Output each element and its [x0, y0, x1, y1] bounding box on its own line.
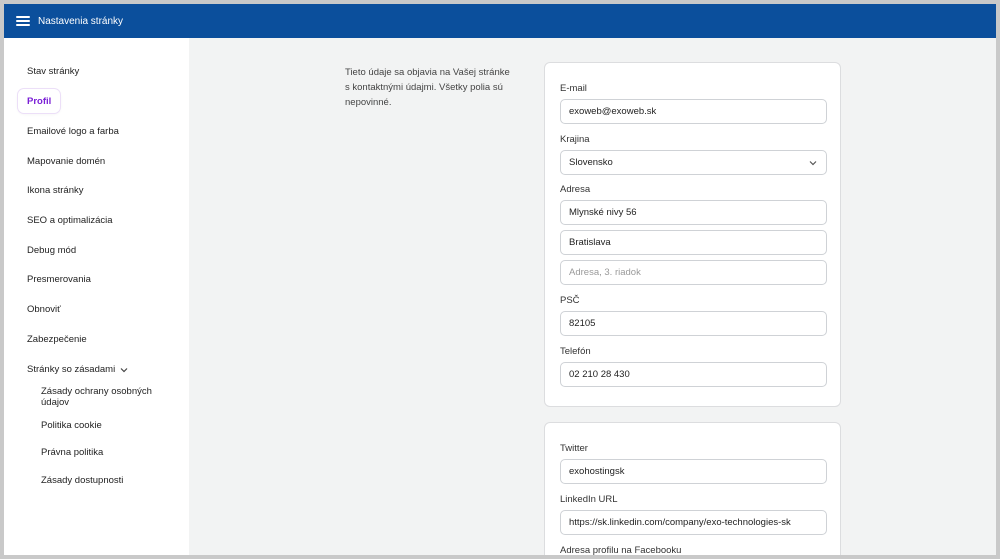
address-label: Adresa	[560, 184, 591, 195]
sidebar-item-site-icon[interactable]: Ikona stránky	[18, 178, 93, 202]
sidebar-item-security[interactable]: Zabezpečenie	[18, 327, 96, 351]
hamburger-menu-icon[interactable]	[16, 16, 30, 26]
country-label: Krajina	[560, 134, 590, 145]
address-line3-field[interactable]: Adresa, 3. riadok	[560, 260, 827, 285]
sidebar-subitem-legal-policy[interactable]: Právna politika	[41, 447, 181, 458]
contact-card: E-mail exoweb@exoweb.sk Krajina Slovensk…	[544, 62, 841, 407]
sidebar-item-seo[interactable]: SEO a optimalizácia	[18, 208, 122, 232]
chevron-down-icon	[808, 158, 818, 168]
sidebar-subitem-cookie-policy[interactable]: Politika cookie	[41, 420, 181, 431]
twitter-label: Twitter	[560, 443, 588, 454]
sidebar-item-policy-pages[interactable]: Stránky so zásadami	[18, 357, 137, 381]
sidebar-item-redirects[interactable]: Presmerovania	[18, 267, 100, 291]
sidebar-subitem-privacy-policy[interactable]: Zásady ochrany osobných údajov	[41, 386, 181, 408]
phone-label: Telefón	[560, 346, 591, 357]
facebook-label: Adresa profilu na Facebooku	[560, 545, 682, 555]
top-bar: Nastavenia stránky	[4, 4, 996, 38]
sidebar-item-site-status[interactable]: Stav stránky	[18, 59, 88, 83]
section-description: Tieto údaje sa objavia na Vašej stránke …	[345, 67, 510, 108]
sidebar: Stav stránky Profil Emailové logo a farb…	[4, 38, 189, 555]
linkedin-label: LinkedIn URL	[560, 494, 618, 505]
email-field[interactable]: exoweb@exoweb.sk	[560, 99, 827, 124]
sidebar-subitem-accessibility[interactable]: Zásady dostupnosti	[41, 475, 181, 486]
sidebar-item-domain-mapping[interactable]: Mapovanie domén	[18, 149, 114, 173]
page-title: Nastavenia stránky	[38, 15, 124, 27]
sidebar-item-restore[interactable]: Obnoviť	[18, 297, 70, 321]
sidebar-item-email-logo[interactable]: Emailové logo a farba	[18, 119, 128, 143]
sidebar-item-profile[interactable]: Profil	[18, 89, 61, 113]
country-select[interactable]: Slovensko	[560, 150, 827, 175]
sidebar-item-debug-mode[interactable]: Debug mód	[18, 238, 85, 262]
zip-field[interactable]: 82105	[560, 311, 827, 336]
phone-field[interactable]: 02 210 28 430	[560, 362, 827, 387]
app-window: Nastavenia stránky Stav stránky Profil E…	[4, 4, 996, 555]
twitter-field[interactable]: exohostingsk	[560, 459, 827, 484]
country-value: Slovensko	[569, 157, 613, 168]
sidebar-item-label: Stránky so zásadami	[27, 363, 116, 375]
social-card: Twitter exohostingsk LinkedIn URL https:…	[544, 422, 841, 555]
linkedin-field[interactable]: https://sk.linkedin.com/company/exo-tech…	[560, 510, 827, 535]
zip-label: PSČ	[560, 295, 580, 306]
address-line2-field[interactable]: Bratislava	[560, 230, 827, 255]
chevron-down-icon	[120, 365, 128, 375]
email-label: E-mail	[560, 83, 587, 94]
address-line1-field[interactable]: Mlynské nivy 56	[560, 200, 827, 225]
